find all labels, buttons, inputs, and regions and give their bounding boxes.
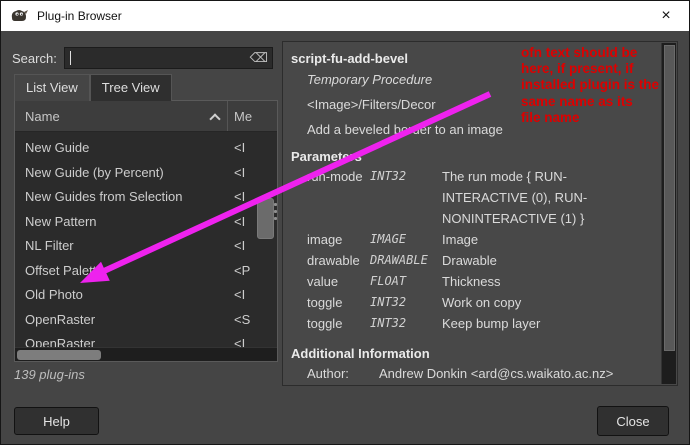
plugin-rows: New Guide <I New Guide (by Percent) <I New G… bbox=[15, 132, 277, 357]
window-title: Plug-in Browser bbox=[37, 9, 122, 23]
param-name: image bbox=[307, 232, 343, 247]
list-item[interactable]: Offset Palette <P bbox=[15, 259, 277, 284]
param-type: DRAWABLE bbox=[370, 253, 428, 267]
horizontal-scrollbar-thumb[interactable] bbox=[17, 350, 101, 360]
plugin-name: OpenRaster bbox=[25, 311, 96, 327]
column-name-label: Name bbox=[25, 108, 60, 124]
plugin-name: New Guide (by Percent) bbox=[25, 164, 164, 180]
close-button[interactable]: Close bbox=[597, 406, 669, 436]
info-label: Date: bbox=[307, 384, 379, 385]
column-menu-label: Me bbox=[234, 108, 253, 124]
plugin-menu-path: <I bbox=[234, 287, 246, 302]
plugin-name: New Guide bbox=[25, 140, 90, 155]
list-item[interactable]: New Guide (by Percent) <I bbox=[15, 161, 277, 186]
param-type: INT32 bbox=[370, 295, 407, 309]
details-vertical-scrollbar[interactable] bbox=[661, 43, 676, 384]
parameters-heading: Parameters bbox=[291, 149, 362, 164]
parameters-table: run-mode INT32 The run mode { RUN-INTERACT… bbox=[307, 166, 643, 334]
tab-list-view[interactable]: List View bbox=[14, 74, 90, 101]
plugin-menu-path: <P bbox=[234, 262, 251, 278]
list-item[interactable]: Old Photo <I bbox=[15, 283, 277, 308]
clear-search-icon[interactable]: ⌫ bbox=[250, 50, 268, 66]
details-scrollbar-thumb[interactable] bbox=[664, 45, 675, 351]
sort-ascending-icon bbox=[209, 112, 221, 125]
gimp-wilber-icon bbox=[10, 8, 30, 24]
plugin-name: New Guides from Selection bbox=[25, 189, 183, 204]
column-header-menu[interactable]: Me bbox=[228, 109, 277, 124]
param-description: The run mode { RUN-INTERACTIVE (0), RUN-… bbox=[442, 169, 588, 226]
param-description: Keep bump layer bbox=[442, 316, 541, 331]
param-name: drawable bbox=[307, 253, 360, 268]
annotation-line: here, if present, if bbox=[521, 61, 634, 77]
view-tabs: List View Tree View bbox=[14, 74, 172, 101]
plugin-menu-path: <I bbox=[234, 213, 246, 229]
list-item[interactable]: New Guides from Selection <I bbox=[15, 185, 277, 210]
text-caret bbox=[69, 51, 71, 65]
plugin-menu-path: <I bbox=[234, 140, 246, 155]
param-type: INT32 bbox=[370, 316, 407, 330]
param-name: run-mode bbox=[307, 169, 363, 184]
plugin-count-status: 139 plug-ins bbox=[14, 367, 85, 382]
param-description: Image bbox=[442, 232, 479, 247]
param-description: Work on copy bbox=[442, 295, 522, 310]
param-name: toggle bbox=[307, 316, 343, 331]
annotation-line: file name bbox=[521, 109, 580, 125]
annotation-line: same name as its bbox=[521, 93, 633, 109]
param-type: FLOAT bbox=[370, 274, 407, 288]
search-input-wrap: ⌫ bbox=[63, 47, 273, 69]
plugin-menu-path: <S bbox=[234, 311, 251, 327]
list-item[interactable]: NL Filter <I bbox=[15, 234, 277, 259]
info-value: Andrew Donkin <ard@cs.waikato.ac.nz> bbox=[379, 366, 614, 381]
tab-tree-view[interactable]: Tree View bbox=[89, 74, 172, 101]
close-icon: × bbox=[661, 7, 671, 24]
window-close-button[interactable]: × bbox=[643, 1, 689, 31]
plugin-browser-window: Plug-in Browser × Search: ⌫ List View Tre… bbox=[0, 0, 690, 445]
list-item[interactable]: OpenRaster <S bbox=[15, 308, 277, 333]
search-input[interactable] bbox=[64, 48, 272, 68]
pane-splitter-handle[interactable] bbox=[274, 203, 278, 220]
param-description: Drawable bbox=[442, 253, 497, 268]
annotation-note: ofn text should be here, if present, if in… bbox=[521, 45, 659, 126]
list-horizontal-scrollbar[interactable] bbox=[15, 347, 277, 361]
plugin-list: Name Me New Guide <I New Guide (by Percent… bbox=[14, 100, 278, 362]
info-value: 1997/11/06 bbox=[379, 384, 643, 385]
param-description: Thickness bbox=[442, 274, 501, 289]
plugin-menu-path: <I bbox=[234, 189, 246, 204]
list-item[interactable]: New Pattern <I bbox=[15, 210, 277, 235]
column-header-name[interactable]: Name bbox=[15, 101, 228, 131]
search-row: Search: ⌫ bbox=[12, 47, 273, 69]
param-name: toggle bbox=[307, 295, 343, 310]
additional-info-table: Author: Andrew Donkin <ard@cs.waikato.ac.… bbox=[307, 363, 643, 385]
list-vertical-scrollbar-thumb[interactable] bbox=[257, 198, 274, 239]
plugin-menu-path: <I bbox=[234, 164, 246, 180]
help-button[interactable]: Help bbox=[14, 407, 99, 435]
annotation-line: installed plugin is the bbox=[521, 77, 660, 93]
param-type: INT32 bbox=[370, 169, 407, 183]
list-header: Name Me bbox=[15, 101, 277, 132]
list-item[interactable]: New Guide <I bbox=[15, 136, 277, 161]
plugin-name: NL Filter bbox=[25, 238, 74, 253]
annotation-line: ofn text should be bbox=[521, 45, 638, 60]
info-label: Author: bbox=[307, 366, 349, 381]
titlebar: Plug-in Browser × bbox=[1, 1, 689, 31]
plugin-menu-path: <I bbox=[234, 238, 246, 253]
plugin-name: New Pattern bbox=[25, 213, 97, 229]
additional-info-heading: Additional Information bbox=[291, 346, 430, 361]
plugin-name: Old Photo bbox=[25, 287, 83, 302]
search-label: Search: bbox=[12, 50, 57, 66]
plugin-name: Offset Palette bbox=[25, 262, 104, 278]
param-type: IMAGE bbox=[370, 232, 407, 246]
param-name: value bbox=[307, 274, 339, 289]
